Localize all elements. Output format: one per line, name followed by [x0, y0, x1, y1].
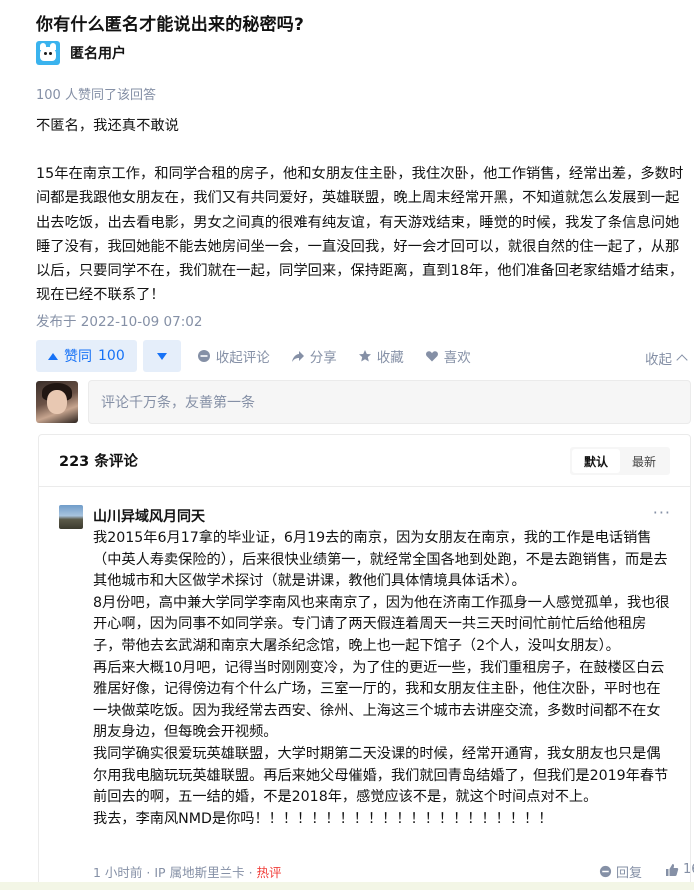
comments-panel: 223 条评论 默认 最新 山川异域风月同天 ··· 我2015年6月17拿的毕… [38, 434, 694, 890]
upvote-arrow-icon [48, 352, 58, 360]
reply-button[interactable]: 回复 [599, 862, 642, 881]
favorite-button[interactable]: 收藏 [358, 346, 404, 366]
comment-text: 我2015年6月17拿的毕业证，6月19去的南京，因为女朋友在南京，我的工作是电… [93, 528, 671, 830]
reply-icon [599, 865, 612, 878]
comment-bubble-icon [197, 349, 211, 363]
thumbs-up-icon [665, 863, 679, 877]
comment-like-count: 164 [683, 862, 694, 877]
chevron-up-icon [676, 354, 688, 366]
comment-meta: 1 小时前 · IP 属地斯里兰卡 · 热评 [93, 865, 282, 880]
comment-paragraph: 再后来大概10月吧，记得当时刚刚变冷，为了住的更近一些，我们重租房子，在鼓楼区白… [93, 659, 665, 741]
user-avatar[interactable] [36, 381, 78, 423]
heart-icon [425, 349, 439, 363]
more-options-icon[interactable]: ··· [653, 503, 671, 522]
reply-label: 回复 [616, 866, 643, 881]
answer-paragraph: 不匿名，我还真不敢说 [36, 118, 179, 134]
like-label: 喜欢 [443, 350, 471, 366]
collapse-answer-button[interactable]: 收起 [645, 348, 688, 368]
comment-time: 1 小时前 [93, 865, 143, 880]
comment-input[interactable]: 评论千万条，友善第一条 [88, 380, 691, 424]
sort-latest-tab[interactable]: 最新 [620, 449, 668, 473]
comments-header: 223 条评论 默认 最新 [39, 435, 690, 487]
hot-comment-badge: 热评 [256, 865, 282, 880]
answer-paragraph: 15年在南京工作，和同学合租的房子，他和女朋友住主卧，我住次卧，他工作销售，经常… [36, 166, 684, 304]
question-title[interactable]: 你有什么匿名才能说出来的秘密吗? [36, 10, 304, 35]
comment-paragraph: 我去，李南风NMD是你吗！！！！！！！！！！！！！！！！！！！！！ [93, 810, 553, 827]
comment-paragraph: 我2015年6月17拿的毕业证，6月19去的南京，因为女朋友在南京，我的工作是电… [93, 530, 668, 590]
share-icon [291, 349, 305, 363]
sort-default-tab[interactable]: 默认 [571, 449, 620, 473]
star-icon [358, 349, 372, 363]
comment-compose: 评论千万条，友善第一条 [36, 380, 691, 424]
share-button[interactable]: 分享 [291, 346, 337, 366]
comment-paragraph: 8月份吧，高中兼大学同学李南风也来南京了，因为他在济南工作孤身一人感觉孤单，我也… [93, 594, 670, 654]
publish-time: 发布于 2022-10-09 07:02 [36, 314, 203, 330]
share-label: 分享 [309, 350, 337, 366]
comment-ip: IP 属地斯里兰卡 [154, 865, 245, 880]
upvote-count: 100 [98, 348, 125, 364]
favorite-label: 收藏 [376, 350, 404, 366]
comment-paragraph: 我同学确实很爱玩英雄联盟，大学时期第二天没课的时候，经常开通宵，我女朋友也只是偶… [93, 745, 669, 806]
upvote-summary: 100 人赞同了该回答 [36, 88, 156, 103]
action-bar: 赞同 100 收起评论 分享 收藏 喜欢 收起 [36, 340, 688, 372]
bottom-strip [0, 882, 694, 890]
sort-toggle: 默认 最新 [569, 447, 670, 475]
commenter-avatar[interactable] [59, 505, 83, 529]
commenter-name[interactable]: 山川异域风月同天 [93, 506, 205, 526]
author-row: 匿名用户 [36, 40, 126, 66]
collapse-comments-label: 收起评论 [215, 350, 270, 366]
comment-like-button[interactable]: 164 [665, 862, 694, 877]
downvote-button[interactable] [142, 340, 181, 372]
downvote-arrow-icon [156, 352, 167, 360]
upvote-label: 赞同 [64, 349, 92, 365]
author-name[interactable]: 匿名用户 [70, 43, 126, 63]
comments-count: 223 条评论 [59, 454, 138, 470]
collapse-comments-button[interactable]: 收起评论 [197, 346, 270, 366]
like-button[interactable]: 喜欢 [425, 346, 471, 366]
upvote-button[interactable]: 赞同 100 [36, 340, 137, 372]
answer-body: 不匿名，我还真不敢说 15年在南京工作，和同学合租的房子，他和女朋友住主卧，我住… [36, 114, 690, 331]
collapse-label: 收起 [645, 352, 672, 368]
anonymous-avatar-icon[interactable] [36, 41, 60, 65]
